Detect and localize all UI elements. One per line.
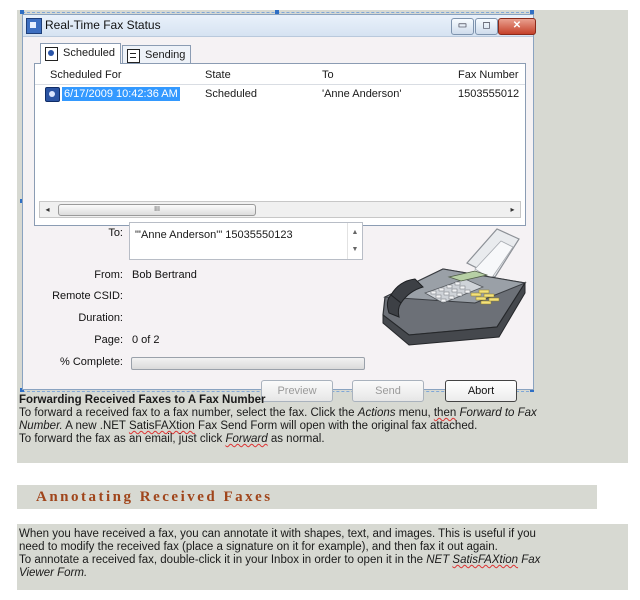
column-header-to[interactable]: To — [322, 69, 334, 81]
paragraph-line: Number. A new .NET SatisFAXtion Fax Send… — [19, 420, 477, 433]
document-icon — [127, 49, 140, 63]
text-run: Fax Send Form will open with the origina… — [194, 420, 478, 432]
forward-to-fax-reference: Forward to Fax — [459, 407, 537, 419]
forward-reference: Forward — [225, 433, 268, 445]
actions-menu-reference: Actions — [357, 407, 396, 419]
horizontal-scrollbar[interactable]: ◂ III ▸ — [39, 201, 521, 218]
to-label: To: — [108, 227, 123, 239]
to-field[interactable]: "'Anne Anderson'" 15035550123 ▲ ▼ — [129, 222, 363, 260]
column-header-scheduled-for[interactable]: Scheduled For — [50, 69, 122, 81]
tab-scheduled[interactable]: Scheduled — [40, 43, 121, 64]
to-value: "'Anne Anderson'" 15035550123 — [135, 229, 293, 241]
text-run: Number. — [19, 420, 63, 432]
page-label: Page: — [94, 334, 123, 346]
scroll-thumb[interactable]: III — [58, 204, 256, 216]
to-field-scrollbar[interactable]: ▲ ▼ — [347, 223, 362, 259]
progress-bar — [131, 357, 365, 370]
send-button[interactable]: Send — [352, 380, 424, 402]
scheduled-icon — [45, 47, 58, 61]
text-run: To forward the fax as an email, just cli… — [19, 433, 226, 445]
scroll-up-icon[interactable]: ▲ — [348, 229, 362, 236]
section-heading-annotating: Annotating Received Faxes — [36, 489, 273, 505]
fax-app-icon — [26, 18, 42, 34]
section-heading-forwarding: Forwarding Received Faxes to A Fax Numbe… — [19, 394, 266, 406]
fax-machine-icon — [382, 228, 527, 346]
text-run-flagged: SatisFAXtion — [452, 554, 519, 566]
tab-sending-label: Sending — [145, 49, 186, 61]
cell-state: Scheduled — [205, 88, 257, 100]
duration-label: Duration: — [78, 312, 123, 324]
complete-label: % Complete: — [60, 356, 123, 368]
text-run: as normal. — [267, 433, 325, 445]
minimize-button[interactable]: ▭ — [451, 18, 474, 35]
paragraph-line: When you have received a fax, you can an… — [19, 528, 536, 540]
text-run: NET — [426, 554, 453, 566]
scroll-left-icon[interactable]: ◂ — [40, 202, 55, 217]
paragraph-line: To annotate a received fax, double-click… — [19, 554, 540, 567]
column-header-state[interactable]: State — [205, 69, 231, 81]
remote-csid-label: Remote CSID: — [52, 290, 123, 302]
page-value: 0 of 2 — [132, 334, 160, 346]
from-label: From: — [94, 269, 123, 281]
text-run: Viewer Form. — [19, 567, 88, 579]
text-run: A new .NET — [62, 420, 129, 432]
text-run: menu, — [395, 407, 434, 419]
text-run: Fax — [518, 554, 541, 566]
maximize-button[interactable]: ◻ — [475, 18, 498, 35]
cell-fax-number: 1503555012 — [458, 88, 520, 100]
list-item[interactable]: 6/17/2009 10:42:36 AM Scheduled 'Anne An… — [35, 86, 525, 103]
cell-scheduled-for: 6/17/2009 10:42:36 AM — [62, 87, 180, 101]
tab-sending[interactable]: Sending — [122, 45, 192, 64]
scroll-right-icon[interactable]: ▸ — [505, 202, 520, 217]
window-client-area: Scheduled Sending Scheduled For State To… — [23, 37, 533, 402]
fax-status-window: Real-Time Fax Status ▭ ◻ ✕ Scheduled Sen… — [22, 14, 536, 402]
tab-scheduled-label: Scheduled — [63, 47, 115, 59]
close-button[interactable]: ✕ — [498, 18, 536, 35]
paragraph-line: need to modify the received fax (place a… — [19, 541, 498, 553]
paragraph-line: To forward the fax as an email, just cli… — [19, 433, 325, 446]
text-run-flagged: SatisFAXtion — [128, 420, 195, 432]
from-value: Bob Bertrand — [132, 269, 197, 281]
text-run: To annotate a received fax, double-click… — [19, 554, 427, 566]
scroll-down-icon[interactable]: ▼ — [348, 246, 362, 253]
text-run-flagged: then — [433, 407, 457, 419]
cell-to: 'Anne Anderson' — [322, 88, 402, 100]
title-bar[interactable]: Real-Time Fax Status ▭ ◻ ✕ — [23, 15, 536, 37]
paragraph-line: Viewer Form. — [19, 567, 87, 580]
scheduled-fax-icon — [45, 87, 60, 102]
abort-button[interactable]: Abort — [445, 380, 517, 402]
list-header: Scheduled For State To Fax Number — [35, 68, 525, 85]
paragraph-line: To forward a received fax to a fax numbe… — [19, 407, 537, 420]
window-title: Real-Time Fax Status — [45, 18, 161, 32]
scheduled-tab-panel: Scheduled For State To Fax Number 6/17/2… — [34, 63, 526, 226]
text-run: To forward a received fax to a fax numbe… — [19, 407, 358, 419]
preview-button[interactable]: Preview — [261, 380, 333, 402]
column-header-fax-number[interactable]: Fax Number — [458, 69, 519, 81]
